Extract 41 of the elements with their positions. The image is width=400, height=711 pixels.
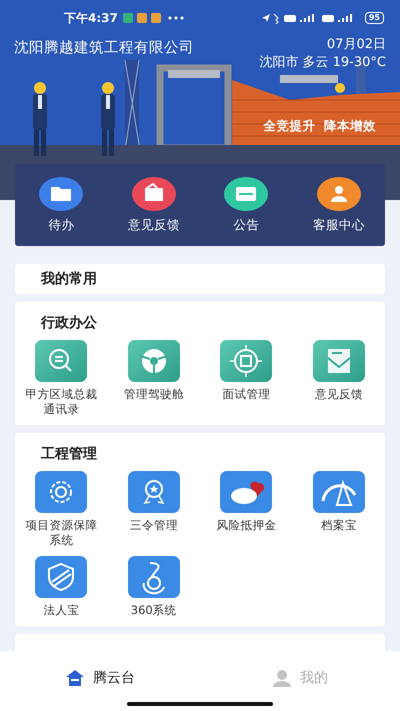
more-icon bbox=[168, 16, 184, 20]
slogan-text: 全竞提升 降本增效 bbox=[263, 118, 376, 135]
home-icon bbox=[65, 669, 85, 687]
folder-icon[interactable] bbox=[39, 176, 84, 210]
section-title: 我的常用 bbox=[41, 270, 97, 288]
card-icon[interactable] bbox=[224, 176, 268, 210]
quick-action-label[interactable]: 待办 bbox=[48, 216, 74, 234]
person-icon[interactable] bbox=[316, 176, 361, 210]
weather-text: 沈阳市 多云 19-30°C bbox=[259, 54, 386, 72]
quick-action-label[interactable]: 公告 bbox=[233, 216, 260, 234]
app-notification-icon bbox=[122, 12, 163, 24]
package-icon[interactable] bbox=[132, 176, 176, 210]
tab[interactable]: 腾云台 bbox=[0, 651, 200, 705]
arch-icon[interactable] bbox=[312, 471, 365, 513]
app-label[interactable]: 意见反馈 bbox=[298, 387, 379, 402]
app-label[interactable]: 管理驾驶舱 bbox=[114, 387, 194, 402]
app-label[interactable]: 甲方区域总裁通讯录 bbox=[21, 387, 102, 417]
medal-icon[interactable] bbox=[128, 471, 180, 513]
shield-icon[interactable] bbox=[35, 556, 88, 598]
app-label[interactable]: 三令管理 bbox=[114, 518, 194, 533]
target-icon[interactable] bbox=[220, 340, 272, 382]
company-name: 沈阳腾越建筑工程有限公司 bbox=[14, 39, 194, 58]
person-icon bbox=[272, 669, 292, 687]
app-label[interactable]: 项目资源保障系统 bbox=[21, 518, 102, 548]
steering-wheel-icon[interactable] bbox=[128, 340, 180, 382]
quick-action-label[interactable]: 客服中心 bbox=[312, 216, 365, 234]
battery-level: 95 bbox=[364, 12, 384, 24]
section-title: 行政办公 bbox=[41, 315, 97, 331]
app-label[interactable]: 面试管理 bbox=[206, 387, 286, 402]
section-title: 工程管理 bbox=[41, 446, 97, 462]
status-time: 下午4:37 bbox=[64, 10, 118, 26]
spiral-six-icon[interactable] bbox=[128, 556, 180, 598]
search-list-icon[interactable] bbox=[35, 340, 88, 382]
app-label[interactable]: 档案宝 bbox=[298, 518, 379, 533]
quick-action-label[interactable]: 意见反馈 bbox=[128, 216, 180, 234]
date-text: 07月02日 bbox=[326, 36, 386, 54]
app-label[interactable]: 风险抵押金 bbox=[206, 518, 286, 533]
gear-icon[interactable] bbox=[35, 471, 88, 513]
app-label[interactable]: 法人宝 bbox=[21, 603, 102, 618]
envelope-icon[interactable] bbox=[312, 340, 365, 382]
app-label[interactable]: 360系统 bbox=[114, 603, 194, 618]
